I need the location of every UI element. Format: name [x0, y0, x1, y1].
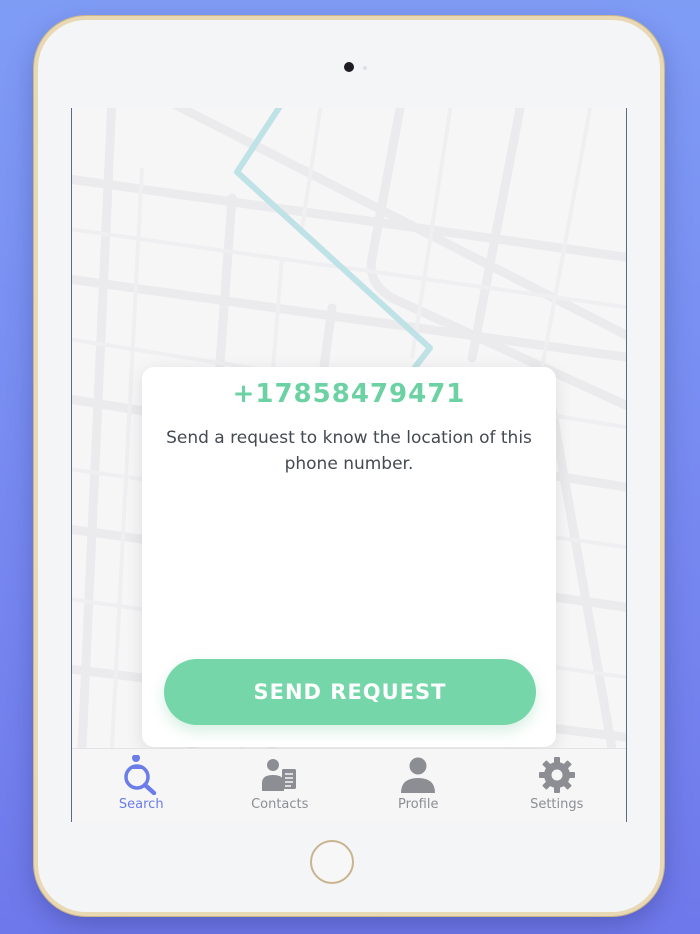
profile-icon [401, 757, 436, 793]
location-request-card: +17858479471 Send a request to know the … [142, 367, 556, 747]
gear-icon [538, 757, 575, 793]
light-sensor [363, 66, 367, 70]
app-screen: +17858479471 Send a request to know the … [71, 108, 627, 822]
request-message: Send a request to know the location of t… [166, 428, 532, 474]
home-button[interactable] [310, 840, 354, 884]
tab-contacts[interactable]: Contacts [211, 749, 350, 822]
send-request-button[interactable]: SEND REQUEST [164, 659, 536, 725]
tablet-frame: +17858479471 Send a request to know the … [38, 20, 660, 912]
tab-profile[interactable]: Profile [349, 749, 488, 822]
tab-contacts-label: Contacts [251, 797, 309, 812]
tab-settings[interactable]: Settings [488, 749, 627, 822]
tab-profile-label: Profile [398, 797, 439, 812]
tab-search[interactable]: Search [72, 749, 211, 822]
tab-settings-label: Settings [530, 797, 584, 812]
phone-number: +17858479471 [232, 379, 466, 409]
front-camera [344, 62, 354, 72]
tab-search-label: Search [118, 797, 164, 812]
tab-bar: Search Contacts Profile Settings [72, 748, 626, 822]
contacts-icon [261, 759, 296, 791]
search-person-icon [124, 755, 157, 795]
